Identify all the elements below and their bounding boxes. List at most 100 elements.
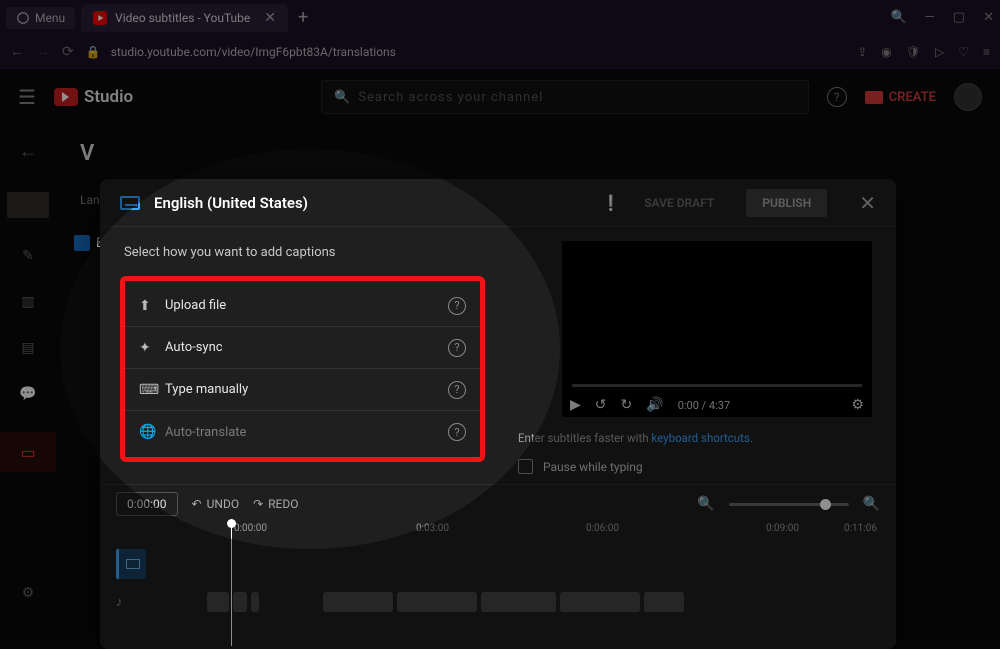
undo-label: UNDO xyxy=(207,497,239,511)
waveform-segment xyxy=(323,592,393,612)
panel-close-icon[interactable]: ✕ xyxy=(859,191,876,215)
waveform-segment xyxy=(644,592,684,612)
heart-icon[interactable]: ♡ xyxy=(958,45,969,59)
caption-chip-icon xyxy=(126,559,140,569)
youtube-favicon-icon xyxy=(93,11,107,25)
video-controls: ▶ ↺ ↻ 🔊 0:00 / 4:37 ⚙ xyxy=(570,397,864,413)
rail-settings-icon[interactable]: ⚙ xyxy=(22,585,35,601)
play-ext-icon[interactable]: ▷ xyxy=(935,45,944,59)
timecode-input[interactable]: 0:00:00 xyxy=(116,492,178,516)
help-manual-icon[interactable]: ? xyxy=(448,381,466,399)
ruler-mark-6: 0:06:00 xyxy=(586,523,619,534)
studio-content: ☰ Studio 🔍 Search across your channel ? … xyxy=(0,69,1000,621)
publish-button[interactable]: PUBLISH xyxy=(746,189,827,217)
playhead[interactable] xyxy=(231,521,232,646)
page-title: V xyxy=(80,141,94,166)
language-column-header: Lan xyxy=(80,193,100,207)
forward-button[interactable]: → xyxy=(36,43,50,60)
keyboard-shortcuts-link[interactable]: keyboard shortcuts xyxy=(651,431,749,445)
volume-icon[interactable]: 🔊 xyxy=(646,397,663,413)
rail-subtitles-active[interactable]: ▭ xyxy=(0,432,56,472)
shield-icon[interactable]: 🛡 xyxy=(906,45,921,59)
timeline-toolbar: 0:00:00 ↶ UNDO ↷ REDO 🔍 🔍 xyxy=(100,485,896,523)
panel-language-title: English (United States) xyxy=(154,194,308,212)
back-button[interactable]: ← xyxy=(10,43,24,60)
pause-checkbox[interactable] xyxy=(518,459,533,474)
player-settings-icon[interactable]: ⚙ xyxy=(851,397,864,413)
waveform-segment xyxy=(397,592,477,612)
help-autotranslate-icon[interactable]: ? xyxy=(448,423,466,441)
zoom-out-icon[interactable]: 🔍 xyxy=(697,496,714,512)
waveform-segment xyxy=(207,592,229,612)
browser-menu-label: Menu xyxy=(35,11,65,25)
option-auto-translate[interactable]: 🌐 Auto-translate ? xyxy=(125,411,480,453)
select-prompt: Select how you want to add captions xyxy=(124,245,510,260)
zoom-slider[interactable] xyxy=(729,503,849,506)
audio-track[interactable]: ♪ xyxy=(116,585,880,619)
more-ext-icon[interactable]: ≡ xyxy=(983,45,990,59)
language-marker-icon xyxy=(74,235,90,251)
waveform-segment xyxy=(560,592,640,612)
rail-back-icon[interactable]: ← xyxy=(19,141,37,162)
window-close-icon[interactable]: ✕ xyxy=(983,10,994,25)
browser-search-icon[interactable]: 🔍 xyxy=(890,10,906,25)
caption-track[interactable] xyxy=(100,547,880,581)
ruler-mark-0: 0:00:00 xyxy=(234,523,267,534)
caption-method-column: Select how you want to add captions ⬆ Up… xyxy=(100,227,510,474)
option-manual-label: Type manually xyxy=(165,382,248,397)
browser-tab[interactable]: Video subtitles - YouTube ✕ xyxy=(81,4,288,32)
video-thumbnail[interactable] xyxy=(7,192,49,218)
browser-menu-button[interactable]: Menu xyxy=(6,7,75,29)
addr-right-icons: ⇪ ◉ 🛡 ▷ ♡ ≡ xyxy=(857,45,990,59)
help-upload-icon[interactable]: ? xyxy=(448,297,466,315)
feedback-icon[interactable]: ❕ xyxy=(602,194,621,212)
titlebar: Menu Video subtitles - YouTube ✕ + 🔍 — ▢… xyxy=(0,0,1000,35)
save-draft-button[interactable]: SAVE DRAFT xyxy=(644,196,714,210)
studio-logo[interactable]: Studio xyxy=(54,87,133,107)
option-auto-sync[interactable]: ✦ Auto-sync ? xyxy=(125,327,480,369)
video-player[interactable]: ▶ ↺ ↻ 🔊 0:00 / 4:37 ⚙ xyxy=(562,241,872,417)
window-maximize-icon[interactable]: ▢ xyxy=(953,10,965,25)
window-minimize-icon[interactable]: — xyxy=(925,10,935,25)
rail-comments-icon[interactable]: 💬 xyxy=(19,386,36,402)
rail-editor-icon[interactable]: ▤ xyxy=(21,340,34,356)
caption-track-chip[interactable] xyxy=(116,549,146,579)
option-type-manually[interactable]: ⌨ Type manually ? xyxy=(125,369,480,411)
new-tab-button[interactable]: + xyxy=(298,7,308,28)
create-button[interactable]: CREATE xyxy=(865,90,936,105)
hamburger-icon[interactable]: ☰ xyxy=(18,85,36,109)
rail-analytics-icon[interactable]: ▥ xyxy=(21,294,34,310)
studio-brand-text: Studio xyxy=(84,87,133,107)
forward-icon[interactable]: ↻ xyxy=(621,397,633,413)
upload-icon: ⬆ xyxy=(139,298,165,314)
undo-button[interactable]: ↶ UNDO xyxy=(192,497,240,511)
video-scrubber[interactable] xyxy=(572,384,862,387)
share-icon[interactable]: ⇪ xyxy=(857,45,867,59)
redo-button[interactable]: ↷ REDO xyxy=(253,497,298,511)
search-input[interactable]: 🔍 Search across your channel xyxy=(321,80,809,114)
tab-close-icon[interactable]: ✕ xyxy=(264,10,276,26)
rail-details-icon[interactable]: ✎ xyxy=(22,248,34,264)
panel-header: English (United States) ❕ SAVE DRAFT PUB… xyxy=(100,179,896,227)
option-upload-file[interactable]: ⬆ Upload file ? xyxy=(125,285,480,327)
play-icon[interactable]: ▶ xyxy=(570,397,581,413)
reload-button[interactable]: ⟳ xyxy=(62,44,74,60)
autosync-icon: ✦ xyxy=(139,340,165,356)
avatar[interactable] xyxy=(954,83,982,111)
help-autosync-icon[interactable]: ? xyxy=(448,339,466,357)
zoom-in-icon[interactable]: 🔍 xyxy=(863,496,880,512)
help-icon[interactable]: ? xyxy=(827,87,847,107)
screenshot-icon[interactable]: ◉ xyxy=(881,45,891,59)
pause-while-typing-row[interactable]: Pause while typing xyxy=(518,459,872,474)
option-upload-label: Upload file xyxy=(165,298,226,313)
rewind-icon[interactable]: ↺ xyxy=(595,397,607,413)
option-autotranslate-label: Auto-translate xyxy=(165,425,246,440)
create-label: CREATE xyxy=(889,90,936,105)
caption-icon xyxy=(120,196,140,210)
url-display[interactable]: 🔒 studio.youtube.com/video/ImgF6pbt83A/t… xyxy=(86,45,396,59)
video-time: 0:00 / 4:37 xyxy=(678,399,730,412)
youtube-play-icon xyxy=(54,88,78,106)
left-rail: ← ✎ ▥ ▤ 💬 ▭ ⚙ xyxy=(0,125,56,621)
search-icon: 🔍 xyxy=(334,90,350,105)
hint-prefix: Enter subtitles faster with xyxy=(518,431,651,445)
